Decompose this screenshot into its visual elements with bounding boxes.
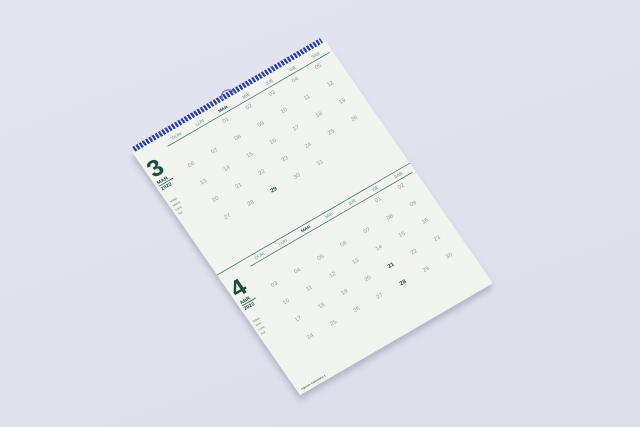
wall-calendar: 3 MAR 2022 Notas Marzo Luna Sol DOM LUN MA…	[132, 38, 493, 396]
